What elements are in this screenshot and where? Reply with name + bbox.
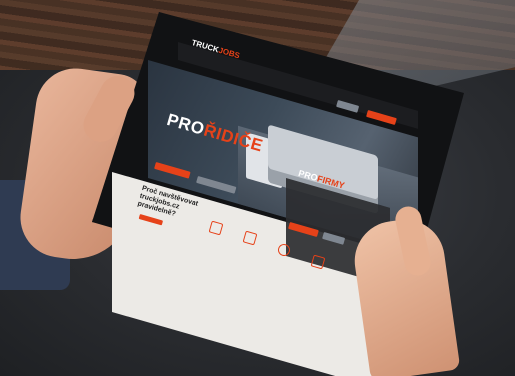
photo-scene: TRUCKJOBS PROŘIDIČE PROFIRMY Proč navště…: [0, 0, 515, 376]
